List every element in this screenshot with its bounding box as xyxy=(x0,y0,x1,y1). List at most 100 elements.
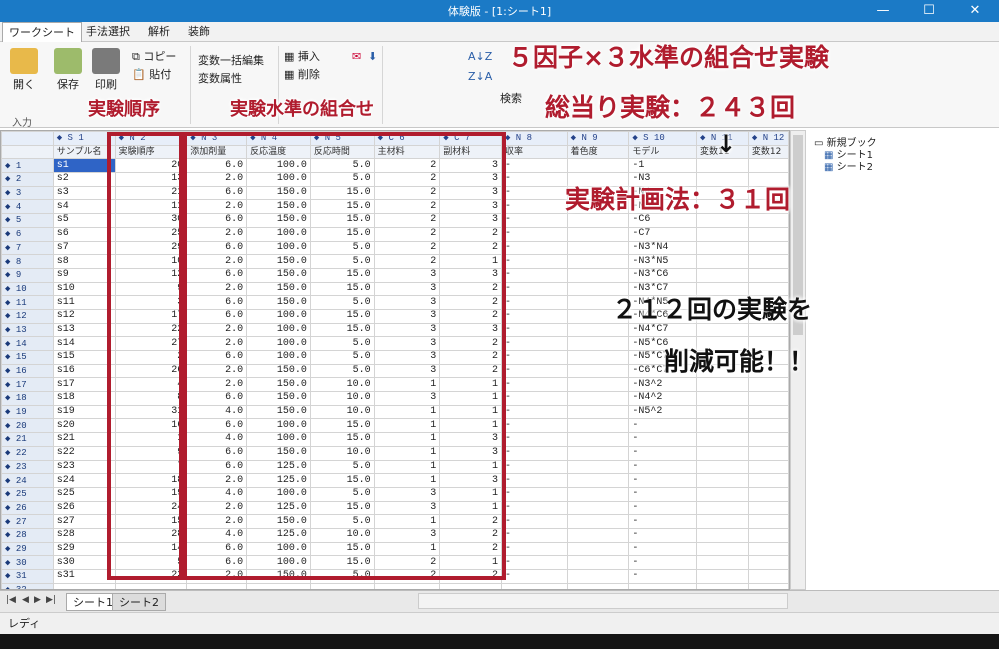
table-cell[interactable]: s10 xyxy=(52,281,116,297)
table-cell[interactable]: s4 xyxy=(52,199,116,215)
table-cell[interactable] xyxy=(696,582,749,589)
table-cell[interactable]: s13 xyxy=(52,322,116,338)
table-cell[interactable]: - xyxy=(500,213,568,228)
row-header[interactable]: ◆ 11 xyxy=(1,295,54,310)
column-name-header[interactable]: サンプル名 xyxy=(52,144,116,160)
table-cell[interactable]: - xyxy=(500,527,568,543)
row-header[interactable]: ◆ 27 xyxy=(1,514,54,529)
table-cell[interactable]: - xyxy=(500,514,568,529)
table-cell[interactable]: - xyxy=(500,185,568,201)
table-cell[interactable] xyxy=(439,582,502,589)
table-cell[interactable]: - xyxy=(500,158,568,174)
table-cell[interactable] xyxy=(566,363,630,379)
table-cell[interactable]: - xyxy=(500,336,568,351)
row-header[interactable]: ◆ 4 xyxy=(1,199,54,215)
delete-button[interactable]: ▦ 削除 xyxy=(284,66,320,82)
table-cell[interactable] xyxy=(747,473,789,488)
table-cell[interactable]: - xyxy=(500,254,568,269)
table-cell[interactable]: - xyxy=(500,350,568,365)
table-cell[interactable] xyxy=(696,391,749,406)
table-cell[interactable] xyxy=(373,582,441,589)
table-cell[interactable] xyxy=(696,158,749,174)
row-header[interactable]: ◆ 2 xyxy=(1,172,54,187)
table-cell[interactable]: - xyxy=(500,569,568,584)
table-cell[interactable]: s22 xyxy=(52,445,116,461)
table-cell[interactable]: - xyxy=(500,199,568,215)
table-cell[interactable]: - xyxy=(500,486,568,502)
table-cell[interactable]: - xyxy=(628,514,698,529)
table-cell[interactable] xyxy=(566,500,630,516)
table-cell[interactable]: s27 xyxy=(52,514,116,529)
table-cell[interactable] xyxy=(566,582,630,589)
table-cell[interactable]: -C7 xyxy=(628,226,698,242)
table-cell[interactable] xyxy=(566,350,630,365)
var-bulk-edit-button[interactable]: 変数一括編集 xyxy=(198,52,264,68)
table-cell[interactable] xyxy=(628,582,698,589)
table-cell[interactable]: - xyxy=(500,555,568,570)
table-cell[interactable] xyxy=(696,459,749,475)
table-cell[interactable] xyxy=(566,377,630,393)
column-id-header[interactable]: ◆ N 8 xyxy=(500,131,568,146)
row-header[interactable]: ◆ 20 xyxy=(1,418,54,434)
prev-sheet-icon[interactable]: ◀ xyxy=(22,595,29,605)
table-cell[interactable] xyxy=(566,267,630,283)
table-cell[interactable]: - xyxy=(500,541,568,557)
table-cell[interactable] xyxy=(696,541,749,557)
table-cell[interactable]: - xyxy=(628,569,698,584)
table-cell[interactable]: - xyxy=(628,418,698,434)
table-cell[interactable]: s6 xyxy=(52,226,116,242)
table-cell[interactable]: - xyxy=(628,459,698,475)
table-cell[interactable] xyxy=(696,514,749,529)
row-header[interactable]: ◆ 7 xyxy=(1,240,54,256)
table-cell[interactable] xyxy=(696,404,749,420)
table-cell[interactable]: - xyxy=(500,322,568,338)
row-header[interactable]: ◆ 10 xyxy=(1,281,54,297)
row-header[interactable]: ◆ 32 xyxy=(1,582,54,589)
row-header[interactable]: ◆ 30 xyxy=(1,555,54,570)
table-cell[interactable] xyxy=(566,541,630,557)
table-cell[interactable] xyxy=(747,445,789,461)
table-cell[interactable]: s7 xyxy=(52,240,116,256)
row-header[interactable]: ◆ 22 xyxy=(1,445,54,461)
table-cell[interactable]: s8 xyxy=(52,254,116,269)
table-cell[interactable]: - xyxy=(500,473,568,488)
table-cell[interactable] xyxy=(696,432,749,447)
table-cell[interactable]: s31 xyxy=(52,569,116,584)
column-name-header[interactable]: 変数12 xyxy=(747,144,789,160)
open-button[interactable]: 開く xyxy=(6,48,42,92)
table-cell[interactable]: - xyxy=(500,391,568,406)
menu-analysis[interactable]: 解析 xyxy=(142,22,176,42)
table-cell[interactable] xyxy=(747,514,789,529)
row-header[interactable]: ◆ 16 xyxy=(1,363,54,379)
table-cell[interactable]: -N3*C6 xyxy=(628,267,698,283)
column-name-header[interactable]: モデル xyxy=(628,144,698,160)
table-cell[interactable] xyxy=(747,569,789,584)
table-cell[interactable] xyxy=(747,254,789,269)
column-id-header[interactable]: ◆ N 12 xyxy=(747,131,789,146)
table-cell[interactable] xyxy=(566,158,630,174)
table-cell[interactable] xyxy=(566,527,630,543)
table-cell[interactable]: s23 xyxy=(52,459,116,475)
table-cell[interactable] xyxy=(747,541,789,557)
table-cell[interactable]: s18 xyxy=(52,391,116,406)
table-cell[interactable]: - xyxy=(500,226,568,242)
table-cell[interactable] xyxy=(566,486,630,502)
table-cell[interactable]: - xyxy=(500,308,568,324)
table-cell[interactable]: - xyxy=(628,445,698,461)
row-header[interactable]: ◆ 18 xyxy=(1,391,54,406)
next-sheet-icon[interactable]: ▶ xyxy=(34,595,41,605)
table-cell[interactable]: s5 xyxy=(52,213,116,228)
table-cell[interactable]: - xyxy=(628,500,698,516)
table-cell[interactable]: s19 xyxy=(52,404,116,420)
save-button[interactable]: 保存 xyxy=(50,48,86,92)
table-cell[interactable]: -N3*N4 xyxy=(628,240,698,256)
table-cell[interactable]: - xyxy=(500,404,568,420)
table-cell[interactable]: s20 xyxy=(52,418,116,434)
table-cell[interactable] xyxy=(696,445,749,461)
table-cell[interactable] xyxy=(747,377,789,393)
table-cell[interactable]: - xyxy=(500,281,568,297)
table-cell[interactable] xyxy=(566,569,630,584)
table-cell[interactable] xyxy=(566,226,630,242)
horizontal-scrollbar[interactable] xyxy=(418,593,788,609)
table-cell[interactable]: - xyxy=(500,172,568,187)
